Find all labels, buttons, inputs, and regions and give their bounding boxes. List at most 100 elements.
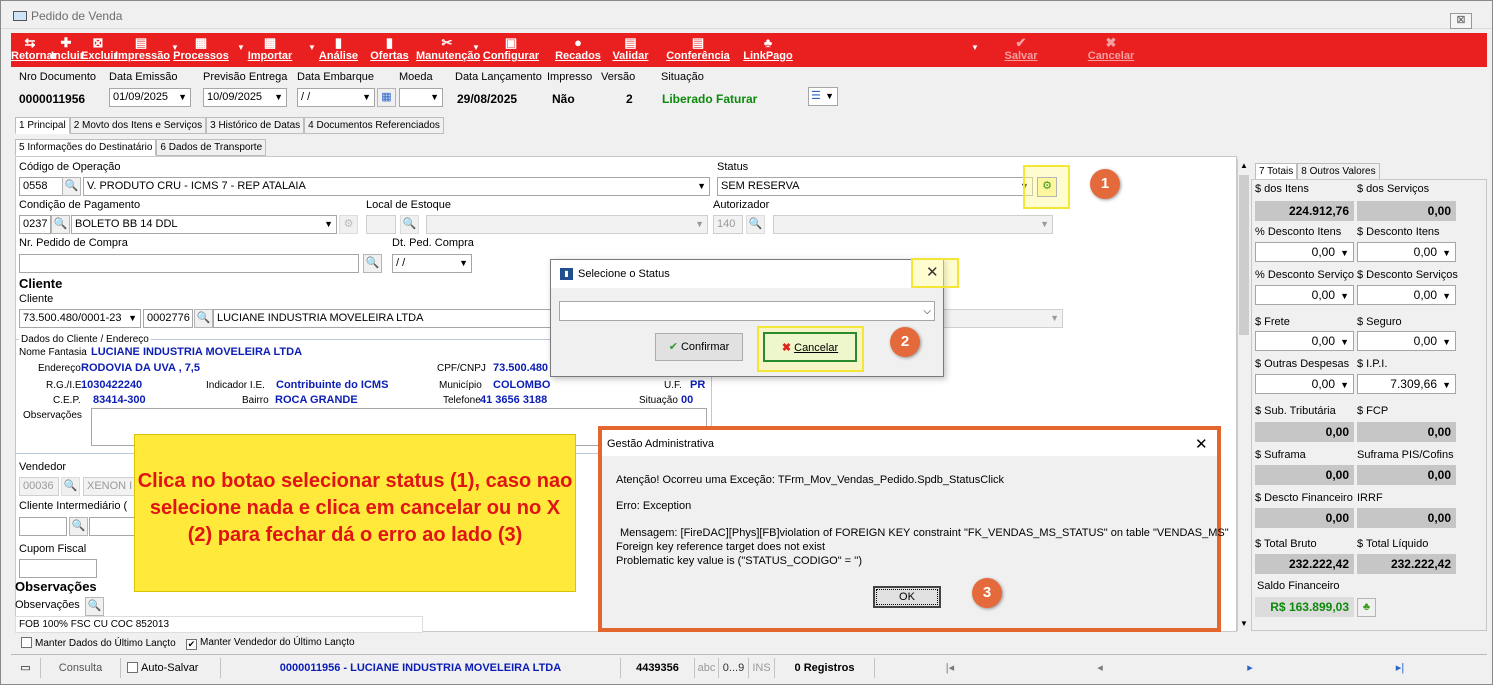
- cliente-nome-field[interactable]: LUCIANE INDUSTRIA MOVELEIRA LTDA: [213, 309, 553, 328]
- last-record-icon[interactable]: ▸|: [1325, 658, 1475, 678]
- ok-button[interactable]: OK: [873, 586, 941, 608]
- municipio-value: COLOMBO: [493, 379, 551, 391]
- manutencao-button[interactable]: ✂ Manutenção: [416, 33, 480, 67]
- incluir-button[interactable]: ✚ Incluir: [51, 33, 84, 67]
- desc-serv-field[interactable]: 0,00 ▼: [1357, 285, 1456, 305]
- cliente-cnpj-select[interactable]: 73.500.480/0001-23 ▼: [19, 309, 141, 328]
- dt-ped-compra-field[interactable]: / / ▼: [392, 254, 472, 273]
- cliente-intermediario-nome[interactable]: [89, 517, 135, 536]
- retornar-button[interactable]: ⇆ Retornar: [11, 33, 57, 67]
- search-icon[interactable]: 🔍: [69, 517, 88, 536]
- observacoes-text[interactable]: FOB 100% FSC CU COC 852013: [15, 616, 423, 633]
- tab-2[interactable]: 2 Movto dos Itens e Serviços: [69, 117, 207, 134]
- previsao-entrega-field[interactable]: 10/09/2025 ▼: [203, 88, 287, 107]
- search-icon[interactable]: 🔍: [85, 597, 104, 616]
- tab-4[interactable]: 4 Documentos Referenciados: [304, 117, 444, 134]
- money-icon[interactable]: ♣: [1357, 598, 1376, 617]
- outras-desp-field[interactable]: 0,00 ▼: [1255, 374, 1354, 394]
- salvar-button[interactable]: ✔ Salvar: [1001, 33, 1041, 67]
- cancelar-button[interactable]: ✖ Cancelar: [1081, 33, 1141, 67]
- dropdown-caret-icon[interactable]: ▼: [308, 43, 316, 52]
- manter-vendedor-checkbox[interactable]: ✔ Manter Vendedor do Último Lançto: [186, 637, 355, 650]
- conferencia-button[interactable]: ▤ Conferência: [658, 33, 738, 67]
- dropdown-caret-icon[interactable]: ▼: [237, 43, 245, 52]
- confirm-button[interactable]: ✔ Confirmar: [655, 333, 743, 361]
- local-estoque-code-field[interactable]: [366, 215, 396, 234]
- pct-desc-itens-field[interactable]: 0,00 ▼: [1255, 242, 1354, 262]
- search-icon[interactable]: 🔍: [746, 215, 765, 234]
- autorizador-select[interactable]: ▼: [773, 215, 1053, 234]
- impressao-button[interactable]: ▤ Impressão: [115, 33, 170, 67]
- prev-record-icon[interactable]: ◂: [1025, 658, 1175, 678]
- importar-button[interactable]: ▦ Importar: [241, 33, 299, 67]
- recados-button[interactable]: ● Recados: [549, 33, 607, 67]
- ofertas-button[interactable]: ▮ Ofertas: [367, 33, 412, 67]
- cupom-fiscal-input[interactable]: [19, 559, 97, 578]
- vendedor-nome-field[interactable]: XENON I: [83, 477, 135, 496]
- validar-button[interactable]: ▤ Validar: [608, 33, 653, 67]
- search-icon[interactable]: 🔍: [61, 477, 80, 496]
- moeda-field[interactable]: ▼: [399, 88, 443, 107]
- codigo-operacao-code-field[interactable]: 0558: [19, 177, 63, 196]
- cliente-intermediario-code[interactable]: [19, 517, 67, 536]
- desc-itens-field[interactable]: 0,00 ▼: [1357, 242, 1456, 262]
- manter-dados-checkbox[interactable]: Manter Dados do Último Lançto: [21, 637, 176, 649]
- auto-salvar-checkbox[interactable]: Auto-Salvar: [121, 658, 221, 678]
- select-status-button[interactable]: ⚙: [1037, 177, 1057, 197]
- gear-icon[interactable]: ⚙: [339, 215, 358, 234]
- list-options-button[interactable]: ☰ ▼: [808, 87, 838, 106]
- tab-2[interactable]: 6 Dados de Transporte: [156, 139, 267, 156]
- cancel-button[interactable]: ✖ Cancelar: [763, 332, 857, 362]
- select-status-close-button[interactable]: ✕: [926, 263, 939, 281]
- tab-1[interactable]: 5 Informações do Destinatário: [15, 139, 157, 156]
- status-combo[interactable]: ⌵: [559, 301, 935, 321]
- seguro-field[interactable]: 0,00 ▼: [1357, 331, 1456, 351]
- nro-documento-label: Nro Documento: [19, 71, 97, 83]
- ipi-field[interactable]: 7.309,66 ▼: [1357, 374, 1456, 394]
- vendedor-code-field[interactable]: 00036: [19, 477, 59, 496]
- data-emissao-field[interactable]: 01/09/2025 ▼: [109, 88, 191, 107]
- search-icon[interactable]: 🔍: [62, 177, 81, 196]
- pct-desc-serv-field[interactable]: 0,00 ▼: [1255, 285, 1354, 305]
- condicao-pagamento-code-field[interactable]: 0237: [19, 215, 51, 234]
- dropdown-caret-icon[interactable]: ▼: [171, 43, 179, 52]
- next-record-icon[interactable]: ▸: [1175, 658, 1325, 678]
- dropdown-caret-icon[interactable]: ▼: [472, 43, 480, 52]
- registros-count: 0 Registros: [775, 658, 875, 678]
- frete-field[interactable]: 0,00 ▼: [1255, 331, 1354, 351]
- search-icon[interactable]: 🔍: [51, 215, 70, 234]
- calendar-icon[interactable]: ▦: [377, 88, 396, 107]
- scrollbar[interactable]: ▲ ▼: [1237, 159, 1250, 631]
- search-icon[interactable]: 🔍: [194, 309, 213, 328]
- data-embarque-field[interactable]: / / ▼: [297, 88, 375, 107]
- status-select[interactable]: SEM RESERVA ▼: [717, 177, 1033, 196]
- nr-pedido-compra-input[interactable]: [19, 254, 359, 273]
- tab-1[interactable]: 1 Principal: [15, 117, 70, 134]
- analise-button[interactable]: ▮ Análise: [316, 33, 361, 67]
- chevron-down-icon: ▼: [1340, 248, 1349, 258]
- condicao-pagamento-select[interactable]: BOLETO BB 14 DDL ▼: [71, 215, 337, 234]
- tab-1[interactable]: 7 Totais: [1255, 163, 1298, 180]
- codigo-operacao-select[interactable]: V. PRODUTO CRU - ICMS 7 - REP ATALAIA ▼: [83, 177, 710, 196]
- error-dialog-close-button[interactable]: ✕: [1195, 435, 1208, 453]
- search-icon[interactable]: 🔍: [363, 254, 382, 273]
- excluir-button[interactable]: ⊠ Excluir: [81, 33, 118, 67]
- first-record-icon[interactable]: |◂: [875, 658, 1025, 678]
- dos-servicos-label: $ dos Serviços: [1357, 183, 1430, 195]
- cliente-code-field[interactable]: 0002776: [143, 309, 193, 328]
- tab-3[interactable]: 3 Histórico de Datas: [206, 117, 305, 134]
- linkpago-button[interactable]: ♣ LinkPago: [743, 33, 793, 67]
- autorizador-code-field[interactable]: 140: [713, 215, 743, 234]
- local-estoque-select[interactable]: ▼: [426, 215, 708, 234]
- observacoes-section-title: Observações: [15, 579, 97, 594]
- configurar-button[interactable]: ▣ Configurar: [478, 33, 544, 67]
- window-close-button[interactable]: ⊠: [1450, 13, 1472, 29]
- fcp-value: 0,00: [1357, 422, 1456, 442]
- cliente-extra-select[interactable]: ▼: [941, 309, 1063, 328]
- tab-2[interactable]: 8 Outros Valores: [1297, 163, 1380, 180]
- scrollbar-thumb[interactable]: [1239, 175, 1249, 335]
- cancel-label: Cancelar: [794, 342, 839, 354]
- dropdown-caret-icon[interactable]: ▼: [971, 43, 979, 52]
- search-icon[interactable]: 🔍: [400, 215, 419, 234]
- pct-desc-itens-label: % Desconto Itens: [1255, 226, 1342, 238]
